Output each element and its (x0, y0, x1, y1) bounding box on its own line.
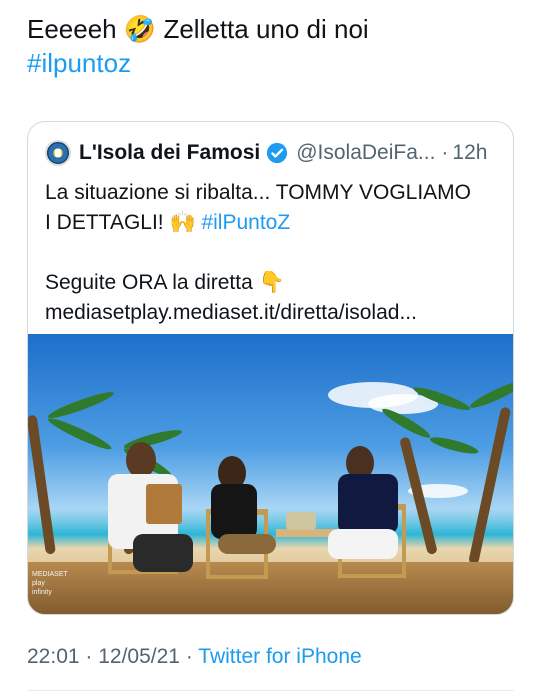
person (328, 529, 398, 559)
palm-frond (467, 377, 513, 412)
metadata-separator: · (79, 645, 99, 668)
metadata-separator: · (179, 645, 199, 668)
header-separator: · (441, 141, 449, 164)
palm-frond (428, 434, 480, 457)
palm-frond (45, 414, 114, 454)
person (338, 474, 398, 534)
quoted-text-line: I DETTAGLI! 🙌 #ilPuntoZ (45, 208, 505, 238)
account-name[interactable]: L'Isola dei Famosi (79, 141, 260, 165)
tweet-metadata: 22:01 · 12/05/21 · Twitter for iPhone (27, 645, 362, 669)
palm-tree (468, 406, 512, 566)
book (146, 484, 182, 524)
palm-frond (46, 388, 116, 422)
watermark-text: play (32, 580, 45, 587)
divider (27, 690, 514, 691)
quoted-tweet-card[interactable]: L'Isola dei Famosi @IsolaDeiFa... · 12h … (27, 121, 514, 615)
small-table (276, 529, 336, 537)
quoted-tweet-media-image[interactable]: MEDIASET play infinity (28, 334, 513, 614)
tweet-hashtag-link[interactable]: #ilpuntoz (27, 46, 517, 80)
quoted-hashtag-link[interactable]: #ilPuntoZ (201, 211, 290, 234)
wooden-deck (28, 562, 513, 614)
person (126, 442, 156, 478)
watermark-text: infinity (32, 589, 52, 596)
verified-badge-icon (267, 142, 288, 164)
media-watermark-logo: MEDIASET play infinity (32, 570, 72, 606)
telephone (286, 512, 316, 530)
tweet-date[interactable]: 12/05/21 (98, 645, 180, 668)
quoted-tweet-body: La situazione si ribalta... TOMMY VOGLIA… (45, 178, 505, 328)
person (133, 534, 193, 572)
quoted-tweet-time[interactable]: 12h (452, 141, 487, 165)
quoted-link-text[interactable]: mediasetplay.mediaset.it/diretta/isolad.… (45, 298, 505, 328)
quoted-text-line: La situazione si ribalta... TOMMY VOGLIA… (45, 181, 471, 204)
tweet-source-link[interactable]: Twitter for iPhone (198, 645, 361, 668)
quoted-text-line: Seguite ORA la diretta 👇 (45, 271, 285, 294)
quoted-text-segment: I DETTAGLI! 🙌 (45, 211, 202, 234)
tweet-time[interactable]: 22:01 (27, 645, 80, 668)
person (218, 534, 276, 554)
account-avatar[interactable] (45, 140, 71, 166)
palm-tree (28, 414, 56, 555)
quoted-tweet-header: L'Isola dei Famosi @IsolaDeiFa... · 12h (45, 138, 487, 168)
tweet-text: Eeeeeh 🤣 Zelletta uno di noi #ilpuntoz (27, 12, 517, 80)
watermark-text: MEDIASET (32, 571, 68, 578)
person (211, 484, 257, 539)
tweet-text-line: Eeeeeh 🤣 Zelletta uno di noi (27, 14, 369, 44)
account-handle[interactable]: @IsolaDeiFa... (296, 141, 435, 165)
